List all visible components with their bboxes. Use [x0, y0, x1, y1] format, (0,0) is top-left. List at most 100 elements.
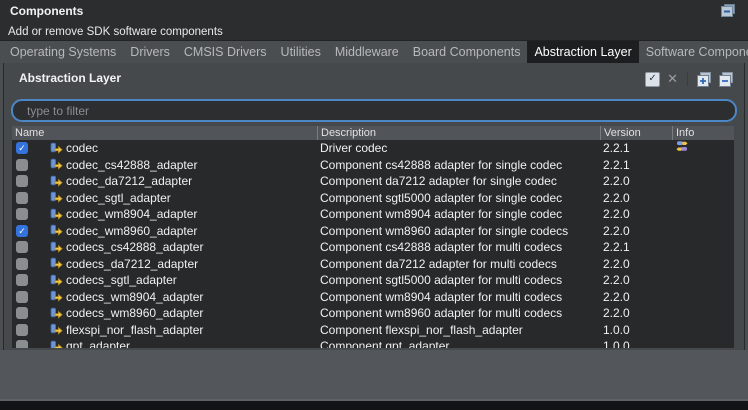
component-name: codecs_wm8904_adapter	[66, 290, 203, 304]
description-cell: Component wm8960 adapter for multi codec…	[317, 306, 600, 320]
components-view: Components Add or remove SDK software co…	[0, 0, 748, 410]
table-row[interactable]: flexspi_nor_flash_adapter Component flexs…	[12, 322, 734, 339]
row-checkbox[interactable]: ✓	[16, 142, 28, 154]
table-row[interactable]: codec_wm8904_adapterComponent wm8904 ada…	[12, 206, 734, 223]
abstraction-layer-panel: Abstraction Layer ✓ ✕	[3, 63, 745, 350]
table-row[interactable]: codecs_da7212_adapterComponent da7212 ad…	[12, 256, 734, 273]
name-cell: codecs_wm8960_adapter	[12, 306, 317, 320]
version-cell: 1.0.0	[600, 323, 672, 337]
table-body: ✓codecDriver codec2.2.1codec_cs42888_ada…	[12, 140, 734, 348]
component-icon	[50, 224, 63, 237]
dependency-info-icon[interactable]	[675, 142, 689, 156]
row-checkbox[interactable]	[16, 274, 28, 286]
column-header-info[interactable]: Info	[672, 126, 734, 140]
description-cell: Component sgtl5000 adapter for multi cod…	[317, 273, 600, 287]
version-cell: 2.2.0	[600, 257, 672, 271]
name-cell: ✓codec	[12, 141, 317, 155]
row-checkbox[interactable]	[16, 258, 28, 270]
description-cell: Driver codec	[317, 141, 600, 155]
tab-abstraction-layer[interactable]: Abstraction Layer	[527, 41, 638, 63]
row-checkbox[interactable]	[16, 324, 28, 336]
component-icon	[50, 175, 63, 188]
version-cell: 2.2.0	[600, 191, 672, 205]
version-cell: 2.2.0	[600, 174, 672, 188]
table-row[interactable]: ✓codecDriver codec2.2.1	[12, 140, 734, 157]
view-header: Components Add or remove SDK software co…	[0, 0, 748, 41]
name-cell: flexspi_nor_flash_adapter	[12, 323, 317, 337]
bottom-strip	[0, 401, 748, 410]
row-checkbox[interactable]	[16, 307, 28, 319]
description-cell: Component wm8904 adapter for multi codec…	[317, 290, 600, 304]
filter-input[interactable]	[11, 99, 737, 122]
row-checkbox[interactable]	[16, 241, 28, 253]
table-row[interactable]: codec_cs42888_adapterComponent cs42888 a…	[12, 157, 734, 174]
table-row[interactable]: ✓ codec_wm8960_adapter Component wm8960 ad…	[12, 223, 734, 240]
clear-selection-icon[interactable]: ✕	[667, 72, 678, 86]
description-cell: Component cs42888 adapter for multi code…	[317, 240, 600, 254]
row-checkbox[interactable]	[16, 192, 28, 204]
component-icon	[50, 257, 63, 270]
description-cell: Component da7212 adapter for single code…	[317, 174, 600, 188]
component-name: codecs_da7212_adapter	[66, 257, 198, 271]
view-subtitle: Add or remove SDK software components	[8, 26, 223, 38]
component-name: codecs_cs42888_adapter	[66, 240, 203, 254]
description-cell: Component flexspi_nor_flash_adapter	[317, 323, 600, 337]
view-title: Components	[10, 4, 83, 18]
component-icon	[50, 340, 63, 348]
column-header-name[interactable]: Name	[12, 126, 317, 140]
row-checkbox[interactable]	[16, 159, 28, 171]
name-cell: codec_sgtl_adapter	[12, 191, 317, 205]
description-cell: Component cs42888 adapter for single cod…	[317, 158, 600, 172]
description-cell: Component sgtl5000 adapter for single co…	[317, 191, 600, 205]
collapse-all-icon[interactable]	[719, 72, 734, 87]
component-name: codec_wm8960_adapter	[66, 224, 197, 238]
table-row[interactable]: codecs_wm8904_adapter Component wm8904 ad…	[12, 289, 734, 306]
version-cell: 2.2.1	[600, 240, 672, 254]
component-icon	[50, 241, 63, 254]
tab-operating-systems[interactable]: Operating Systems	[3, 41, 123, 63]
column-header-description[interactable]: Description	[317, 126, 600, 140]
table-row[interactable]: codecs_sgtl_adapter Component sgtl5000 ad…	[12, 272, 734, 289]
component-name: codecs_wm8960_adapter	[66, 306, 203, 320]
version-cell: 2.2.0	[600, 224, 672, 238]
component-name: gpt_adapter	[66, 339, 130, 348]
empty-area	[0, 350, 748, 399]
select-all-icon[interactable]: ✓	[645, 72, 660, 87]
table-header: Name Description Version Info	[12, 126, 734, 140]
tab-utilities[interactable]: Utilities	[274, 41, 328, 63]
tab-software-components[interactable]: Software Components	[639, 41, 748, 63]
row-checkbox[interactable]: ✓	[16, 225, 28, 237]
components-table: Name Description Version Info ✓codecDriv…	[12, 126, 734, 348]
row-checkbox[interactable]	[16, 340, 28, 348]
name-cell: codec_wm8904_adapter	[12, 207, 317, 221]
tab-bar: Operating SystemsDriversCMSIS DriversUti…	[0, 41, 748, 63]
version-cell: 2.2.0	[600, 273, 672, 287]
expand-all-icon[interactable]	[697, 72, 712, 87]
component-name: codec_sgtl_adapter	[66, 191, 171, 205]
table-row[interactable]: codecs_wm8960_adapter Component wm8960 ad…	[12, 305, 734, 322]
table-row[interactable]: codec_da7212_adapterComponent da7212 ada…	[12, 173, 734, 190]
name-cell: codecs_sgtl_adapter	[12, 273, 317, 287]
name-cell: gpt_adapter	[12, 339, 317, 348]
minimize-view-icon[interactable]	[721, 4, 736, 18]
component-icon	[50, 274, 63, 287]
table-row[interactable]: codecs_cs42888_adapter Component cs42888 …	[12, 239, 734, 256]
component-name: codecs_sgtl_adapter	[66, 273, 177, 287]
row-checkbox[interactable]	[16, 175, 28, 187]
tab-cmsis-drivers[interactable]: CMSIS Drivers	[177, 41, 274, 63]
component-name: codec_wm8904_adapter	[66, 207, 197, 221]
tab-middleware[interactable]: Middleware	[328, 41, 406, 63]
tab-drivers[interactable]: Drivers	[123, 41, 177, 63]
info-cell	[672, 140, 734, 156]
description-cell: Component wm8960 adapter for single code…	[317, 224, 600, 238]
table-row[interactable]: codec_sgtl_adapter Component sgtl5000 ada…	[12, 190, 734, 207]
component-name: flexspi_nor_flash_adapter	[66, 323, 203, 337]
table-row[interactable]: gpt_adapterComponent gpt_adapter1.0.0	[12, 338, 734, 348]
component-icon	[50, 307, 63, 320]
row-checkbox[interactable]	[16, 208, 28, 220]
tab-board-components[interactable]: Board Components	[406, 41, 528, 63]
toolbar-separator	[687, 72, 688, 86]
column-header-version[interactable]: Version	[600, 126, 672, 140]
name-cell: ✓ codec_wm8960_adapter	[12, 224, 317, 238]
row-checkbox[interactable]	[16, 291, 28, 303]
